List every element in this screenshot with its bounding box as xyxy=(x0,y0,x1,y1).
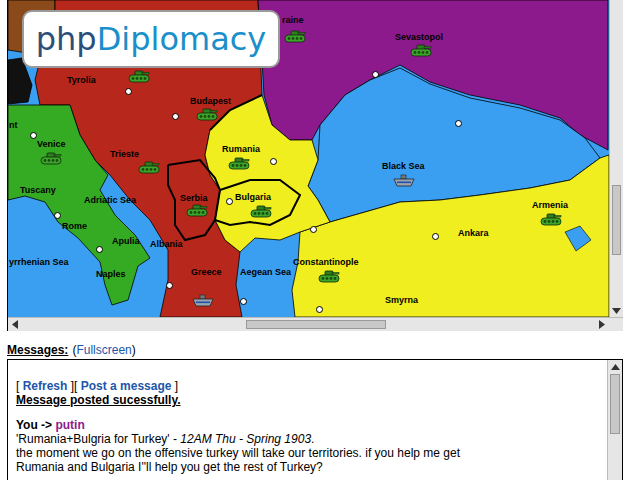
map-panel: raine Sevastopol Tyrolia Budapest nt Rumania V… xyxy=(7,0,623,331)
paren: ) xyxy=(132,343,136,357)
scroll-thumb[interactable] xyxy=(246,320,386,329)
army-icon[interactable] xyxy=(540,213,562,226)
territory-label: Sevastopol xyxy=(395,33,443,42)
toolbar-bracket: ][ xyxy=(67,379,80,393)
scroll-right-icon[interactable] xyxy=(598,320,606,329)
supply-center-icon xyxy=(30,132,37,139)
territory-label: Adriatic Sea xyxy=(84,196,136,205)
map-region[interactable] xyxy=(292,155,609,317)
message-line: Rumania and Bulgaria I''ll help you get … xyxy=(16,460,323,474)
messages-title: Messages: xyxy=(7,343,68,357)
message-toolbar: [ Refresh ][ Post a message ] xyxy=(16,379,607,393)
supply-center-icon xyxy=(96,246,103,253)
vertical-scrollbar[interactable] xyxy=(609,0,623,317)
territory-label: Budapest xyxy=(190,97,231,106)
spacer xyxy=(16,407,607,418)
territory-label: Apulia xyxy=(112,237,140,246)
game-map[interactable]: raine Sevastopol Tyrolia Budapest nt Rumania V… xyxy=(8,0,609,317)
scroll-thumb[interactable] xyxy=(612,185,621,255)
territory-label: Venice xyxy=(37,140,66,149)
map-region[interactable] xyxy=(205,95,330,252)
separator: - xyxy=(170,432,181,446)
territory-label: Tuscany xyxy=(20,186,56,195)
logo-prefix: php xyxy=(36,19,97,59)
territory-label: Trieste xyxy=(110,150,139,159)
toolbar-bracket: [ xyxy=(16,379,23,393)
fleet-icon[interactable] xyxy=(393,174,415,187)
map-region[interactable] xyxy=(8,105,150,305)
army-icon[interactable] xyxy=(284,30,306,43)
supply-center-icon xyxy=(125,88,132,95)
territory-label: Bulgaria xyxy=(235,193,271,202)
territory-label: raine xyxy=(282,16,304,25)
scroll-up-icon[interactable] xyxy=(611,363,620,371)
horizontal-scrollbar[interactable] xyxy=(8,317,623,331)
scroll-left-icon[interactable] xyxy=(11,320,19,329)
fullscreen-link[interactable]: Fullscreen xyxy=(76,343,131,357)
territory-label: Greece xyxy=(191,268,222,277)
army-icon[interactable] xyxy=(186,204,208,217)
toolbar-link[interactable]: Post a message xyxy=(81,379,172,393)
army-icon[interactable] xyxy=(40,152,62,165)
scroll-down-icon[interactable] xyxy=(612,307,621,315)
army-icon[interactable] xyxy=(318,270,340,283)
supply-center-icon xyxy=(455,120,462,127)
message-subject: 'Rumania+Bulgria for Turkey' xyxy=(16,432,170,446)
territory-label: Black Sea xyxy=(382,162,425,171)
toolbar-bracket: ] xyxy=(171,379,178,393)
territory-label: Serbia xyxy=(180,194,208,203)
message-arrow: -> xyxy=(38,418,56,432)
supply-center-icon xyxy=(172,113,179,120)
message-sender: You xyxy=(16,418,38,432)
fleet-icon[interactable] xyxy=(192,294,214,307)
status-notice: Message posted sucessfully. xyxy=(16,393,181,407)
scroll-thumb[interactable] xyxy=(610,374,620,434)
territory-label: Tyrolia xyxy=(67,76,96,85)
territory-label: Ankara xyxy=(458,229,489,238)
army-icon[interactable] xyxy=(410,44,432,57)
toolbar-link[interactable]: Refresh xyxy=(23,379,68,393)
territory-label: Naples xyxy=(96,270,126,279)
message-line: the moment we go on the offensive turkey… xyxy=(16,446,460,460)
supply-center-icon xyxy=(240,298,247,305)
logo-name: Diplomacy xyxy=(97,19,267,59)
supply-center-icon xyxy=(166,282,173,289)
messages-box: [ Refresh ][ Post a message ]Message pos… xyxy=(7,359,623,480)
army-icon[interactable] xyxy=(128,70,150,83)
territory-label: Albania xyxy=(150,240,183,249)
message-list: [ Refresh ][ Post a message ]Message pos… xyxy=(8,360,607,480)
supply-center-icon xyxy=(226,198,233,205)
supply-center-icon xyxy=(372,71,379,78)
army-icon[interactable] xyxy=(250,205,272,218)
supply-center-icon xyxy=(432,233,439,240)
army-icon[interactable] xyxy=(196,108,218,121)
army-icon[interactable] xyxy=(228,157,250,170)
logo[interactable]: phpDiplomacy xyxy=(22,10,280,68)
supply-center-icon xyxy=(316,306,323,313)
territory-label: Constantinople xyxy=(293,258,359,267)
vertical-scrollbar[interactable] xyxy=(607,360,622,480)
territory-label: Smyrna xyxy=(385,296,418,305)
message-recipient[interactable]: putin xyxy=(55,418,84,432)
supply-center-icon xyxy=(270,158,277,165)
paren: ( xyxy=(72,343,76,357)
territory-label: Rumania xyxy=(222,145,260,154)
message-time: 12AM Thu - Spring 1903 xyxy=(180,432,311,446)
territory-label: Aegean Sea xyxy=(240,268,291,277)
period: . xyxy=(311,432,314,446)
territory-label: yrrhenian Sea xyxy=(9,258,69,267)
messages-header: Messages: (Fullscreen) xyxy=(7,343,629,357)
territory-label: nt xyxy=(9,121,18,130)
supply-center-icon xyxy=(54,212,61,219)
territory-label: Rome xyxy=(62,222,87,231)
army-icon[interactable] xyxy=(138,161,160,174)
territory-label: Armenia xyxy=(532,201,568,210)
supply-center-icon xyxy=(310,226,317,233)
